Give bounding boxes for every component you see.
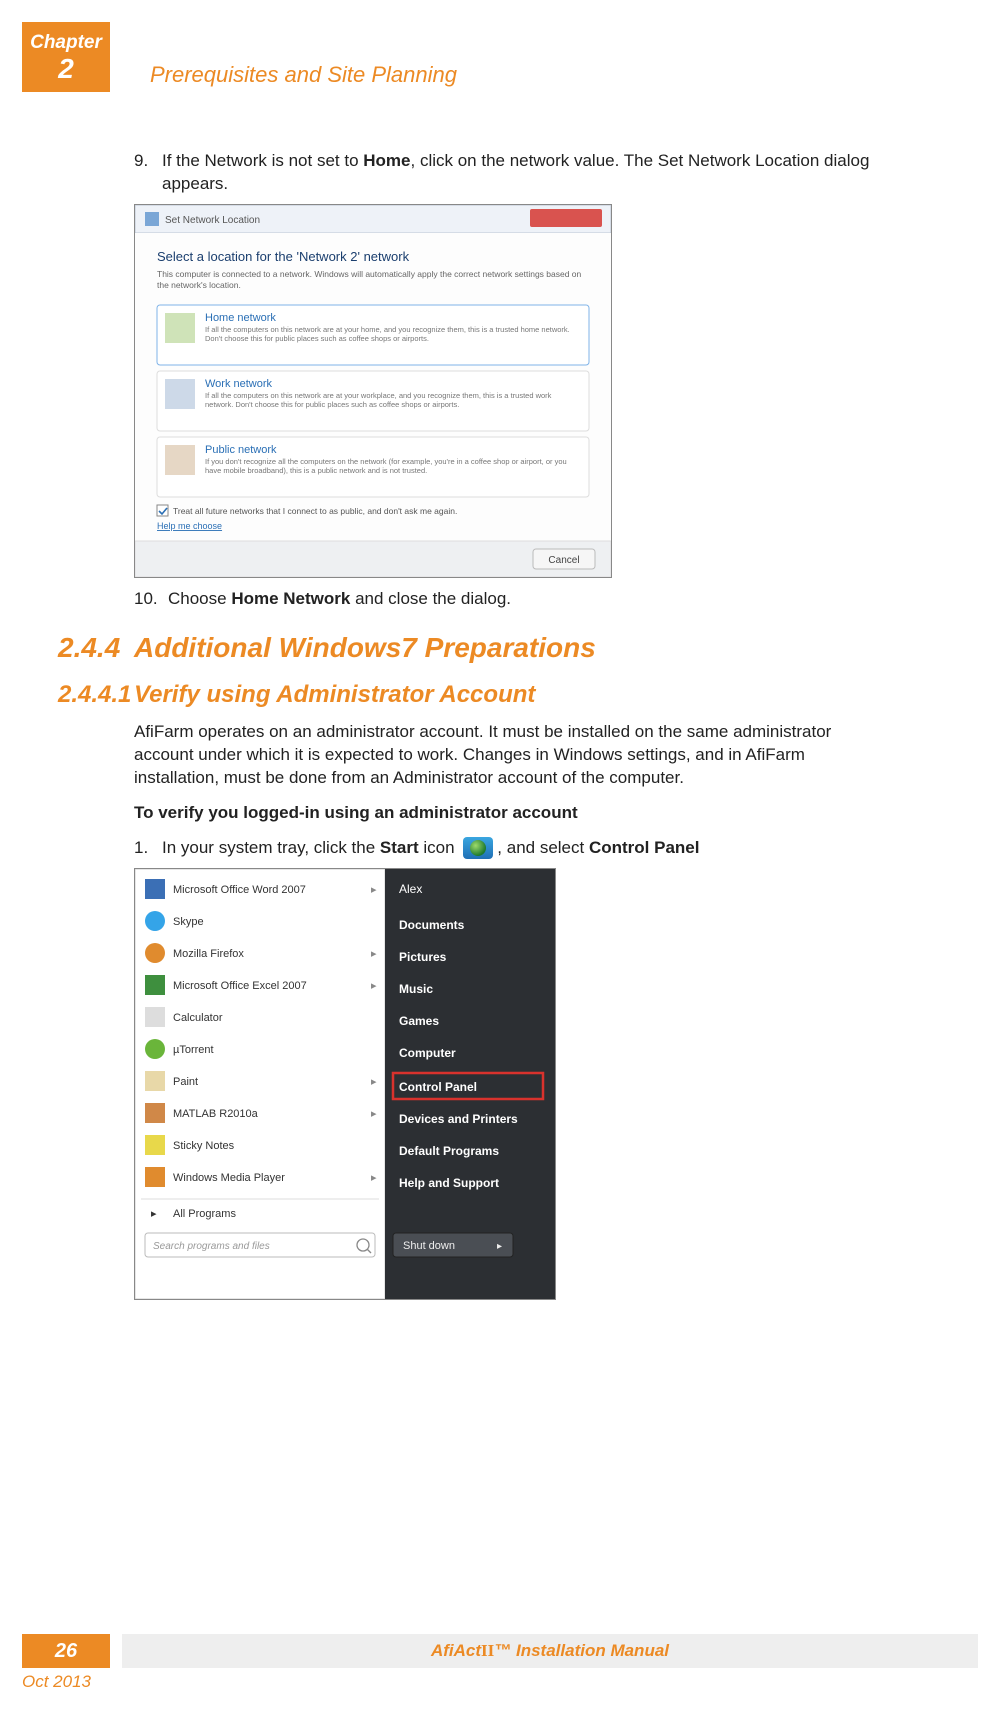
chapter-tab: Chapter 2 — [22, 22, 110, 92]
svg-text:▸: ▸ — [371, 1172, 377, 1184]
svg-text:Documents: Documents — [399, 918, 465, 932]
svg-text:Select a location for the 'Net: Select a location for the 'Network 2' ne… — [157, 249, 410, 264]
step-1: 1. In your system tray, click the Start … — [134, 837, 876, 860]
svg-text:Help me choose: Help me choose — [157, 521, 222, 531]
step-text: Choose Home Network and close the dialog… — [168, 588, 876, 611]
svg-text:Pictures: Pictures — [399, 950, 447, 964]
figure-start-menu: Microsoft Office Word 2007 ▸ Skype Mozill… — [134, 868, 556, 1300]
svg-text:Search programs and files: Search programs and files — [153, 1241, 270, 1252]
svg-text:Shut down: Shut down — [403, 1240, 455, 1252]
step-number: 1. — [134, 837, 162, 860]
svg-text:Sticky Notes: Sticky Notes — [173, 1140, 235, 1152]
step-9: 9. If the Network is not set to Home, cl… — [134, 150, 876, 196]
svg-text:▸: ▸ — [371, 1076, 377, 1088]
step-number: 9. — [134, 150, 162, 196]
step-text: If the Network is not set to Home, click… — [162, 150, 876, 196]
svg-text:Microsoft Office Excel 2007: Microsoft Office Excel 2007 — [173, 980, 307, 992]
heading-2441: 2.4.4.1Verify using Administrator Accoun… — [58, 679, 876, 711]
svg-text:▸: ▸ — [371, 980, 377, 992]
paragraph-admin: AfiFarm operates on an administrator acc… — [134, 721, 876, 790]
figure-set-network-location: Set Network Location Select a location f… — [134, 204, 612, 578]
footer-title: AfiAct II™ Installation Manual — [122, 1634, 978, 1668]
heading-244: 2.4.4Additional Windows7 Preparations — [58, 629, 876, 667]
section-title: Prerequisites and Site Planning — [150, 62, 457, 88]
svg-text:▸: ▸ — [371, 884, 377, 896]
bold-instruction: To verify you logged-in using an adminis… — [134, 802, 876, 825]
svg-text:Music: Music — [399, 982, 433, 996]
svg-text:Calculator: Calculator — [173, 1012, 223, 1024]
chapter-label: Chapter — [22, 22, 110, 54]
svg-text:µTorrent: µTorrent — [173, 1044, 214, 1056]
startmenu-svg: Microsoft Office Word 2007 ▸ Skype Mozill… — [135, 869, 555, 1299]
svg-text:MATLAB R2010a: MATLAB R2010a — [173, 1108, 259, 1120]
svg-text:▸: ▸ — [497, 1241, 502, 1252]
chapter-number: 2 — [22, 54, 110, 85]
svg-text:▸: ▸ — [371, 1108, 377, 1120]
svg-text:Windows Media Player: Windows Media Player — [173, 1172, 285, 1184]
svg-text:▸: ▸ — [151, 1208, 157, 1220]
svg-text:Public network: Public network — [205, 444, 277, 456]
svg-text:Home network: Home network — [205, 312, 276, 324]
svg-text:Set Network Location: Set Network Location — [165, 215, 260, 226]
footer-bar: 26 AfiAct II™ Installation Manual — [22, 1634, 978, 1668]
page-number: 26 — [22, 1634, 110, 1668]
svg-text:Control Panel: Control Panel — [399, 1080, 477, 1094]
svg-text:Cancel: Cancel — [548, 555, 579, 566]
windows-start-icon — [463, 837, 493, 859]
svg-text:Skype: Skype — [173, 916, 204, 928]
step-10: 10. Choose Home Network and close the di… — [134, 588, 876, 611]
svg-text:Work network: Work network — [205, 378, 273, 390]
svg-text:Games: Games — [399, 1014, 439, 1028]
footer-date: Oct 2013 — [22, 1672, 91, 1692]
svg-text:▸: ▸ — [371, 948, 377, 960]
svg-text:Mozilla Firefox: Mozilla Firefox — [173, 948, 244, 960]
dialog-svg: Set Network Location Select a location f… — [135, 205, 611, 577]
svg-text:Alex: Alex — [399, 882, 422, 896]
svg-text:All Programs: All Programs — [173, 1208, 236, 1220]
svg-text:Microsoft Office Word 2007: Microsoft Office Word 2007 — [173, 884, 306, 896]
svg-text:Treat all future networks that: Treat all future networks that I connect… — [173, 506, 457, 516]
svg-text:Default Programs: Default Programs — [399, 1144, 499, 1158]
svg-text:Help and Support: Help and Support — [399, 1176, 499, 1190]
svg-text:Devices and Printers: Devices and Printers — [399, 1112, 518, 1126]
svg-text:Paint: Paint — [173, 1076, 198, 1088]
step-number: 10. — [134, 588, 168, 611]
step-text: In your system tray, click the Start ico… — [162, 837, 876, 860]
svg-text:Computer: Computer — [399, 1046, 456, 1060]
